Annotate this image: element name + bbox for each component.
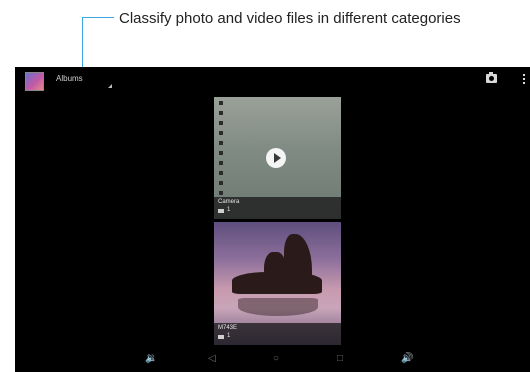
albums-dropdown[interactable]: Albums <box>56 74 83 83</box>
gallery-icon[interactable] <box>25 72 44 91</box>
navigation-bar: 🔉 ◁ ○ □ 🔊 <box>15 345 530 372</box>
volume-down-icon[interactable]: 🔉 <box>145 354 157 364</box>
recents-icon[interactable]: □ <box>337 354 343 364</box>
album-name: Camera <box>218 199 240 205</box>
rock-reflection <box>238 298 318 316</box>
album-caption: M743E 1 <box>214 323 341 345</box>
overflow-menu-icon[interactable] <box>522 73 526 85</box>
album-tile-camera[interactable]: Camera 1 <box>214 97 341 219</box>
back-icon[interactable]: ◁ <box>208 354 216 364</box>
album-count: 1 <box>227 333 231 339</box>
gallery-screen: Albums Camera 1 M743E 1 🔉 ◁ ○ □ 🔊 <box>15 67 530 372</box>
play-icon[interactable] <box>266 148 286 168</box>
camera-icon <box>218 209 224 213</box>
callout-text: Classify photo and video files in differ… <box>119 10 461 27</box>
volume-up-icon[interactable]: 🔊 <box>401 354 413 364</box>
rock-formation <box>284 234 312 294</box>
album-caption: Camera 1 <box>214 197 341 219</box>
folder-icon <box>218 335 224 339</box>
dropdown-indicator-icon <box>108 84 112 88</box>
album-count: 1 <box>227 207 231 213</box>
home-icon[interactable]: ○ <box>273 354 279 364</box>
camera-icon[interactable] <box>486 72 497 83</box>
callout-line-title-vertical <box>82 17 83 72</box>
rock-formation <box>264 252 286 292</box>
album-name: M743E <box>218 325 238 331</box>
callout-line-title <box>82 17 114 18</box>
album-tile-m743e[interactable]: M743E 1 <box>214 222 341 345</box>
